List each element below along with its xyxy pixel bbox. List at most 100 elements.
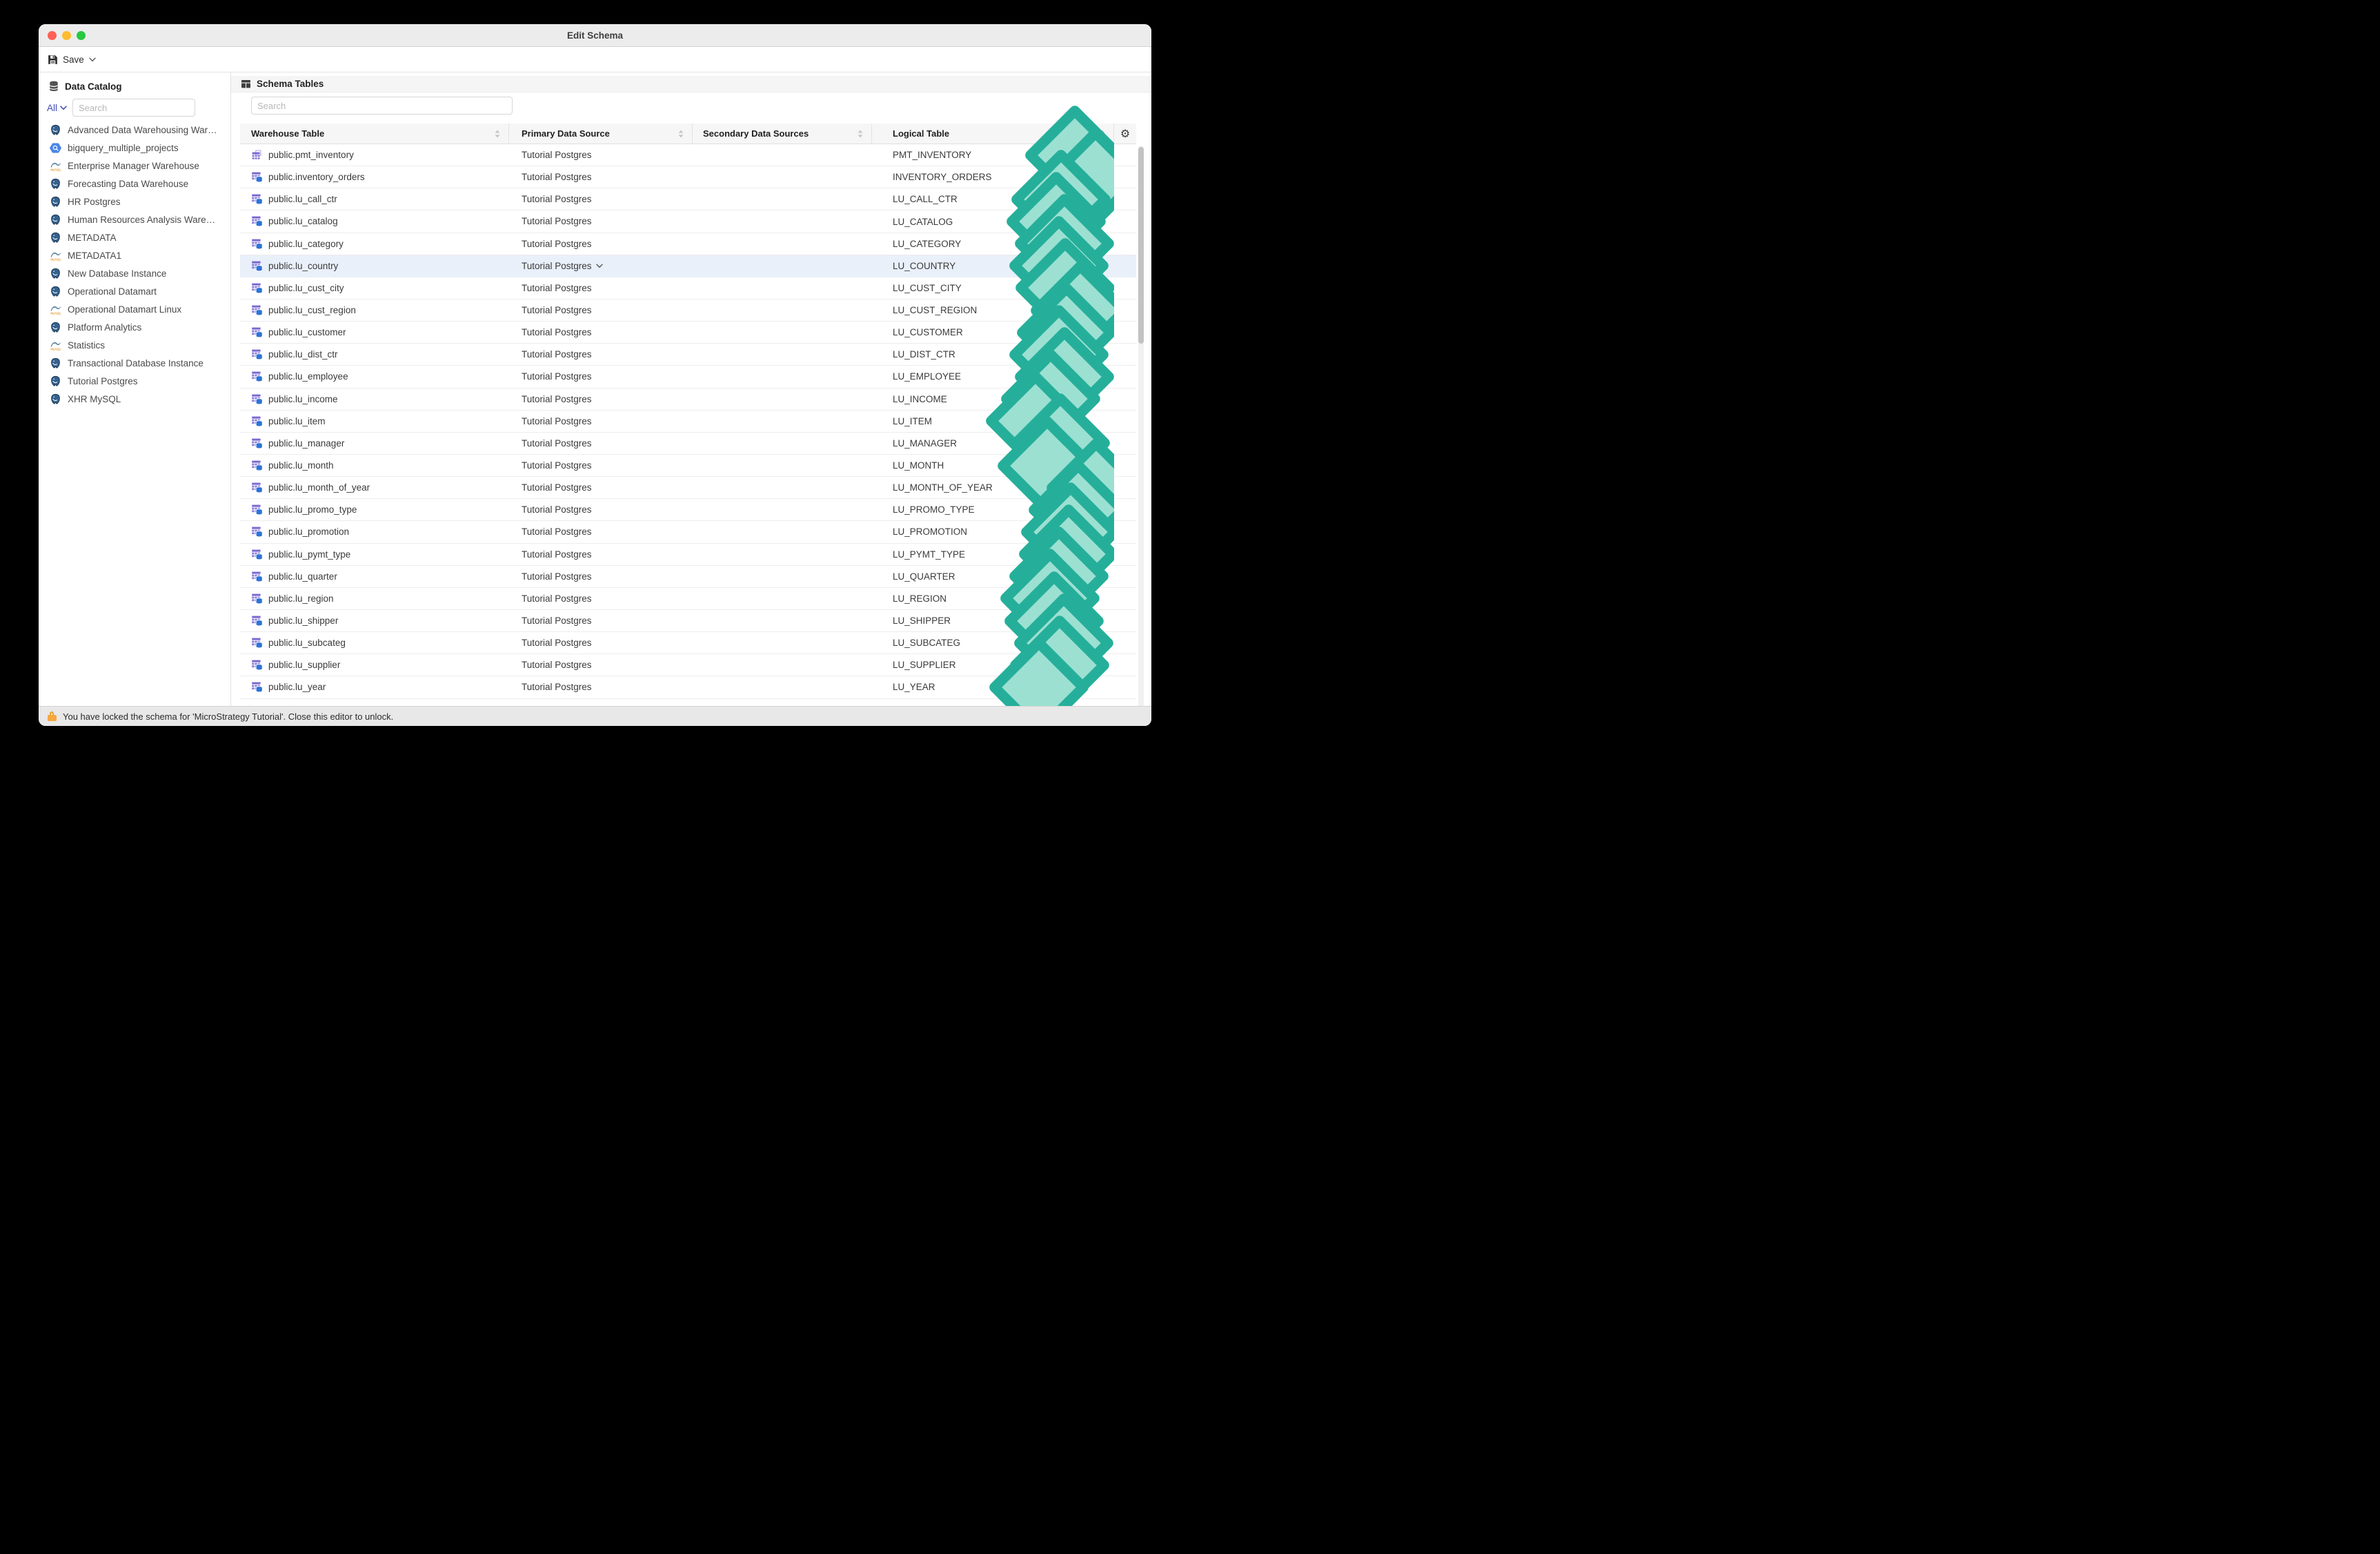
window-title: Edit Schema [566, 30, 624, 41]
warehouse-table-cell[interactable]: public.inventory_orders [240, 171, 509, 183]
schema-tables-title: Schema Tables [257, 79, 324, 89]
warehouse-table-cell[interactable]: public.lu_item [240, 415, 509, 427]
warehouse-table-cell[interactable]: public.lu_supplier [240, 659, 509, 671]
warehouse-table-cell[interactable]: public.lu_region [240, 593, 509, 604]
warehouse-table-cell[interactable]: public.lu_income [240, 393, 509, 405]
sort-icon[interactable] [678, 130, 684, 138]
sidebar-item[interactable]: Operational Datamart Linux [39, 300, 230, 318]
sidebar-item[interactable]: METADATA1 [39, 246, 230, 264]
catalog-filter-dropdown[interactable]: All [47, 103, 67, 113]
primary-data-source-cell[interactable]: Tutorial Postgres [509, 460, 693, 471]
editor-toolbar: Save [39, 47, 1151, 72]
primary-data-source-cell[interactable]: Tutorial Postgres [509, 150, 693, 160]
primary-data-source-cell[interactable]: Tutorial Postgres [509, 216, 693, 226]
catalog-search-input[interactable] [72, 99, 196, 117]
warehouse-table-cell[interactable]: public.lu_shipper [240, 615, 509, 627]
warehouse-table-cell[interactable]: public.lu_promotion [240, 526, 509, 538]
chevron-down-icon [60, 106, 67, 110]
sidebar-item[interactable]: Transactional Database Instance [39, 354, 230, 372]
warehouse-table-cell[interactable]: public.lu_dist_ctr [240, 348, 509, 360]
logical-table-cell[interactable]: LU_YEAR3#1 [872, 636, 1114, 706]
primary-data-source-cell[interactable]: Tutorial Postgres [509, 682, 693, 692]
minimize-window-button[interactable] [62, 30, 71, 40]
save-button[interactable]: Save [48, 55, 96, 65]
primary-data-source-cell[interactable]: Tutorial Postgres [509, 438, 693, 449]
data-catalog-title: Data Catalog [65, 81, 122, 92]
sidebar-item[interactable]: New Database Instance [39, 264, 230, 282]
warehouse-table-cell[interactable]: public.lu_month_of_year [240, 482, 509, 493]
primary-data-source-cell[interactable]: Tutorial Postgres [509, 549, 693, 560]
warehouse-table-cell[interactable]: public.lu_promo_type [240, 504, 509, 515]
object-counts: 3#1 [935, 636, 1114, 706]
primary-data-source-cell[interactable]: Tutorial Postgres [509, 660, 693, 670]
primary-data-source-cell[interactable]: Tutorial Postgres [509, 527, 693, 537]
sidebar-item[interactable]: Forecasting Data Warehouse [39, 175, 230, 193]
lookup-table-icon [251, 460, 263, 471]
sort-icon[interactable] [857, 130, 863, 138]
sidebar-item[interactable]: Platform Analytics [39, 318, 230, 336]
warehouse-table-cell[interactable]: public.lu_pymt_type [240, 549, 509, 560]
primary-data-source-cell[interactable]: Tutorial Postgres [509, 327, 693, 337]
sidebar-item[interactable]: Tutorial Postgres [39, 372, 230, 390]
warehouse-table-cell[interactable]: public.lu_employee [240, 371, 509, 382]
primary-data-source-cell[interactable]: Tutorial Postgres [509, 305, 693, 315]
primary-data-source-cell[interactable]: Tutorial Postgres [509, 283, 693, 293]
zoom-window-button[interactable] [77, 30, 86, 40]
lookup-table-icon [251, 437, 263, 449]
column-header-warehouse-table[interactable]: Warehouse Table [240, 124, 509, 144]
window-titlebar: Edit Schema [39, 24, 1151, 47]
scrollbar-thumb[interactable] [1138, 147, 1144, 344]
primary-data-source-cell[interactable]: Tutorial Postgres [509, 349, 693, 360]
sidebar-item[interactable]: Statistics [39, 336, 230, 354]
sidebar-item[interactable]: Enterprise Manager Warehouse [39, 157, 230, 175]
table-settings-button[interactable]: ⚙ [1114, 124, 1136, 144]
warehouse-table-cell[interactable]: public.lu_call_ctr [240, 193, 509, 205]
datasource-label: XHR MySQL [68, 393, 121, 404]
warehouse-table-cell[interactable]: public.lu_catalog [240, 215, 509, 227]
sidebar-item[interactable]: METADATA [39, 228, 230, 246]
status-bar: You have locked the schema for 'MicroStr… [39, 706, 1151, 726]
warehouse-table-cell[interactable]: public.lu_subcateg [240, 637, 509, 649]
primary-data-source-cell[interactable]: Tutorial Postgres [509, 394, 693, 404]
warehouse-table-cell[interactable]: public.lu_manager [240, 437, 509, 449]
warehouse-table-cell[interactable]: public.lu_month [240, 460, 509, 471]
close-window-button[interactable] [48, 30, 57, 40]
column-header-primary-data-source[interactable]: Primary Data Source [509, 124, 693, 144]
primary-data-source-cell[interactable]: Tutorial Postgres [509, 571, 693, 582]
sidebar-item[interactable]: Advanced Data Warehousing War… [39, 121, 230, 139]
sidebar-item[interactable]: HR Postgres [39, 193, 230, 210]
sidebar-item[interactable]: XHR MySQL [39, 390, 230, 408]
warehouse-table-cell[interactable]: public.lu_customer [240, 326, 509, 338]
sidebar-item[interactable]: Human Resources Analysis Ware… [39, 210, 230, 228]
sort-icon[interactable] [495, 130, 500, 138]
tables-search-input[interactable] [251, 97, 513, 115]
primary-data-source-cell[interactable]: Tutorial Postgres [509, 504, 693, 515]
warehouse-table-cell[interactable]: public.lu_year [240, 681, 509, 693]
column-header-secondary-data-sources[interactable]: Secondary Data Sources [693, 124, 872, 144]
primary-data-source-cell[interactable]: Tutorial Postgres [509, 593, 693, 604]
sidebar-item[interactable]: bigquery_multiple_projects [39, 139, 230, 157]
primary-data-source-cell[interactable]: Tutorial Postgres [509, 616, 693, 626]
primary-data-source-cell[interactable]: Tutorial Postgres [509, 261, 693, 271]
primary-data-source-value: Tutorial Postgres [522, 549, 592, 560]
primary-data-source-cell[interactable]: Tutorial Postgres [509, 482, 693, 493]
chevron-down-icon[interactable] [89, 57, 96, 62]
datasource-label: Advanced Data Warehousing War… [68, 124, 217, 135]
primary-data-source-cell[interactable]: Tutorial Postgres [509, 239, 693, 249]
warehouse-table-cell[interactable]: public.pmt_inventory [240, 149, 509, 161]
primary-data-source-cell[interactable]: Tutorial Postgres [509, 638, 693, 648]
table-row[interactable]: public.lu_yearTutorial PostgresLU_YEAR3#… [240, 676, 1136, 698]
primary-data-source-cell[interactable]: Tutorial Postgres [509, 172, 693, 182]
primary-data-source-cell[interactable]: Tutorial Postgres [509, 194, 693, 204]
warehouse-table-cell[interactable]: public.lu_country [240, 260, 509, 272]
vertical-scrollbar[interactable] [1138, 146, 1144, 706]
warehouse-table-cell[interactable]: public.lu_cust_city [240, 282, 509, 294]
warehouse-table-cell[interactable]: public.lu_quarter [240, 571, 509, 582]
postgres-icon [50, 375, 61, 387]
primary-data-source-cell[interactable]: Tutorial Postgres [509, 416, 693, 426]
sidebar-item[interactable]: Operational Datamart [39, 282, 230, 300]
warehouse-table-cell[interactable]: public.lu_category [240, 238, 509, 250]
warehouse-table-cell[interactable]: public.lu_cust_region [240, 304, 509, 316]
primary-data-source-cell[interactable]: Tutorial Postgres [509, 371, 693, 382]
chevron-down-icon[interactable] [596, 264, 603, 268]
